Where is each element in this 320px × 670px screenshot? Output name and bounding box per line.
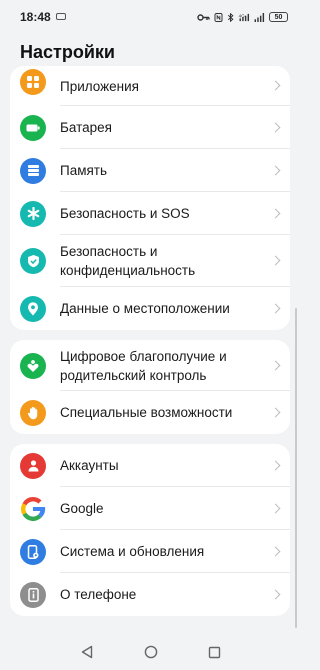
settings-item-label: Данные о местоположении: [60, 301, 230, 316]
back-icon[interactable]: [80, 645, 94, 659]
recents-icon[interactable]: [208, 646, 221, 659]
chevron-right-icon: [270, 255, 281, 266]
signal-4g-icon: 4G: [239, 13, 250, 21]
settings-item-privacy[interactable]: Безопасность и конфиденциальность: [10, 235, 290, 287]
settings-item-label: Приложения: [60, 78, 139, 94]
settings-item-about-phone[interactable]: О телефоне: [10, 573, 290, 616]
settings-item-apps[interactable]: Приложения: [10, 66, 290, 106]
sos-icon: [20, 200, 46, 227]
apps-icon: [20, 69, 46, 95]
notification-icon: [55, 12, 66, 20]
battery-icon: [20, 114, 46, 141]
chevron-right-icon: [270, 589, 281, 599]
settings-item-label: Батарея: [60, 120, 112, 135]
scrollbar[interactable]: [295, 308, 297, 628]
bluetooth-icon: [227, 12, 234, 22]
location-icon: [20, 295, 46, 322]
settings-item-label: Безопасность и SOS: [60, 206, 190, 221]
nfc-icon: [214, 12, 223, 22]
google-icon: [20, 495, 46, 522]
hand-icon: [20, 399, 46, 426]
settings-item-location[interactable]: Данные о местоположении: [10, 287, 290, 330]
chevron-right-icon: [270, 80, 281, 91]
chevron-right-icon: [270, 303, 281, 313]
chevron-right-icon: [270, 546, 281, 556]
settings-item-label: Google: [60, 501, 104, 516]
settings-item-accounts[interactable]: Аккаунты: [10, 444, 290, 487]
navigation-bar: [0, 634, 300, 670]
settings-group-2: Цифровое благополучие и родительский кон…: [10, 340, 290, 434]
chevron-right-icon: [270, 460, 281, 470]
settings-group-3: Аккаунты Google Система и обновления О т…: [10, 444, 290, 616]
svg-text:4G: 4G: [239, 13, 246, 18]
key-icon: [197, 13, 210, 21]
status-time: 18:48: [20, 10, 51, 24]
chevron-right-icon: [270, 165, 281, 175]
status-bar: 18:48 4G 50: [0, 0, 300, 34]
status-icons: 4G 50: [197, 12, 288, 22]
settings-item-digital-wellbeing[interactable]: Цифровое благополучие и родительский кон…: [10, 340, 290, 391]
settings-item-battery[interactable]: Батарея: [10, 106, 290, 149]
page-title: Настройки: [20, 42, 115, 62]
settings-item-label: Аккаунты: [60, 458, 119, 473]
settings-item-label: Цифровое благополучие и родительский кон…: [60, 348, 227, 383]
settings-item-security-sos[interactable]: Безопасность и SOS: [10, 192, 290, 235]
chevron-right-icon: [270, 407, 281, 417]
battery-indicator: 50: [269, 12, 288, 22]
chevron-right-icon: [270, 503, 281, 513]
settings-group-1: Приложения Батарея Память Безопасность и…: [10, 66, 290, 330]
settings-item-storage[interactable]: Память: [10, 149, 290, 192]
settings-item-label: О телефоне: [60, 587, 137, 602]
settings-item-system-updates[interactable]: Система и обновления: [10, 530, 290, 573]
system-icon: [20, 538, 46, 565]
shield-icon: [20, 248, 46, 274]
storage-icon: [20, 157, 46, 184]
settings-item-label: Система и обновления: [60, 544, 205, 559]
info-icon: [20, 581, 46, 608]
chevron-right-icon: [270, 208, 281, 218]
settings-item-accessibility[interactable]: Специальные возможности: [10, 391, 290, 434]
home-icon[interactable]: [144, 645, 158, 659]
chevron-right-icon: [270, 360, 281, 370]
settings-item-label: Безопасность и конфиденциальность: [60, 244, 196, 278]
settings-item-google[interactable]: Google: [10, 487, 290, 530]
chevron-right-icon: [270, 122, 281, 132]
settings-item-label: Память: [60, 163, 108, 178]
settings-item-label: Специальные возможности: [60, 405, 233, 420]
account-icon: [20, 452, 46, 479]
wellbeing-icon: [20, 352, 46, 379]
signal-icon: [254, 12, 265, 22]
